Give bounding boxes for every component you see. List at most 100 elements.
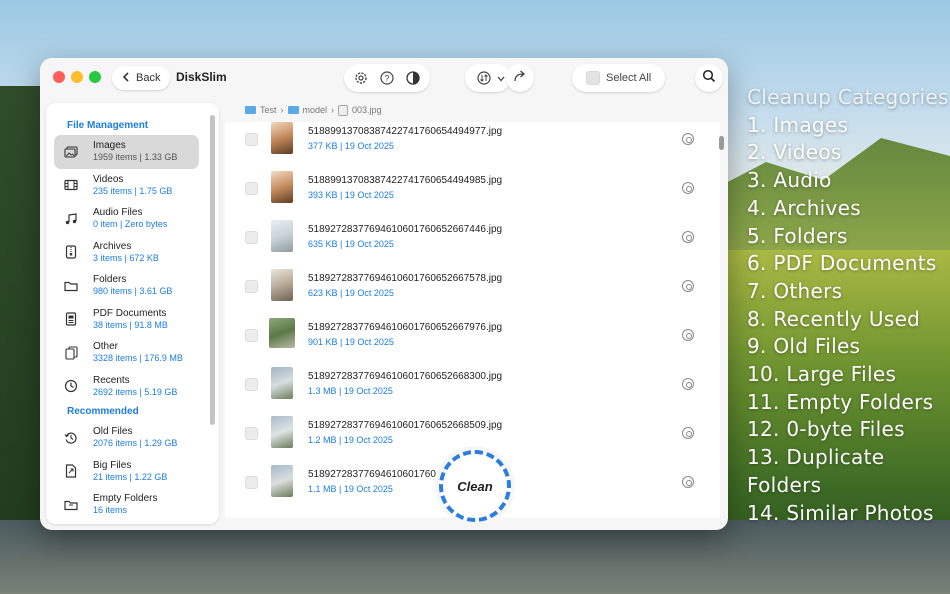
minimize-window-button[interactable] <box>71 71 83 83</box>
image-thumbnail <box>271 122 293 154</box>
file-name: 51892728377694610601760652667976.jpg <box>308 322 503 333</box>
share-button[interactable] <box>506 64 534 92</box>
sidebar-item-meta: 235 items | 1.75 GB <box>93 185 173 196</box>
list-item[interactable]: 51889913708387422741760654494977.jpg 377… <box>225 122 715 171</box>
app-title: DiskSlim <box>176 70 227 84</box>
history-icon <box>62 431 80 445</box>
image-thumbnail <box>271 171 293 203</box>
category-item: 10. Large Files <box>747 362 897 387</box>
preview-icon[interactable] <box>682 133 694 145</box>
image-thumbnail <box>271 220 293 252</box>
row-checkbox[interactable] <box>245 231 258 244</box>
file-browser: Test › model › 003.jpg 51889913708387422… <box>225 98 725 530</box>
sidebar-item-meta: 2692 items | 5.19 GB <box>93 386 178 397</box>
list-item[interactable]: 51892728377694610601760652667578.jpg 623… <box>225 269 715 318</box>
preview-icon[interactable] <box>682 427 694 439</box>
category-item: 8. Recently Used <box>747 306 921 331</box>
folder-icon <box>287 106 299 114</box>
appearance-icon[interactable] <box>400 65 426 91</box>
file-meta: 635 KB | 19 Oct 2025 <box>308 239 394 249</box>
preview-icon[interactable] <box>682 329 694 341</box>
select-all-button[interactable]: Select All <box>572 64 666 92</box>
close-window-button[interactable] <box>53 71 65 83</box>
list-item[interactable]: 51892728377694610601760652667976.jpg 901… <box>225 318 715 367</box>
categories-title: Cleanup Categories <box>747 85 949 109</box>
select-all-checkbox[interactable] <box>586 71 600 85</box>
row-checkbox[interactable] <box>245 329 258 342</box>
row-checkbox[interactable] <box>245 182 258 195</box>
list-item[interactable]: 51889913708387422741760654494985.jpg 393… <box>225 171 715 220</box>
row-checkbox[interactable] <box>245 378 258 391</box>
music-note-icon <box>62 213 80 225</box>
section-title-file-management: File Management <box>67 120 149 131</box>
zoom-window-button[interactable] <box>89 71 101 83</box>
clean-button[interactable]: Clean <box>439 450 511 522</box>
sidebar-item-label: Folders <box>93 274 127 286</box>
row-checkbox[interactable] <box>245 280 258 293</box>
preview-icon[interactable] <box>682 182 694 194</box>
sidebar-item-old-files[interactable]: Old Files 2076 items | 1.29 GB <box>54 421 199 455</box>
sidebar-item-label: Old Files <box>93 426 133 438</box>
image-thumbnail <box>269 318 295 348</box>
share-icon <box>513 69 527 87</box>
sidebar-item-videos[interactable]: Videos 235 items | 1.75 GB <box>54 169 199 203</box>
preview-icon[interactable] <box>682 231 694 243</box>
category-item: 13. Duplicate Folders <box>747 445 885 497</box>
list-scrollbar[interactable] <box>719 136 724 150</box>
sidebar-item-archives[interactable]: Archives 3 items | 672 KB <box>54 236 199 270</box>
file-meta: 1.3 MB | 19 Oct 2025 <box>308 386 393 396</box>
row-checkbox[interactable] <box>245 427 258 440</box>
preview-icon[interactable] <box>682 378 694 390</box>
sidebar-item-label: Archives <box>93 240 132 252</box>
sidebar-item-folders[interactable]: Folders 980 items | 3.61 GB <box>54 269 199 303</box>
sidebar-item-label: Recents <box>93 374 130 386</box>
sidebar-item-label: Audio Files <box>93 207 143 219</box>
sidebar-item-other[interactable]: Other 3328 items | 176.9 MB <box>54 336 199 370</box>
category-item: 5. Folders <box>747 223 848 248</box>
svg-text:?: ? <box>384 74 389 84</box>
sort-menu-button[interactable] <box>465 64 511 92</box>
sidebar-item-big-files[interactable]: Big Files 21 items | 1.22 GB <box>54 455 199 489</box>
list-item[interactable]: 51892728377694610601760652668300.jpg 1.3… <box>225 367 715 416</box>
sidebar-item-images[interactable]: Images 1959 items | 1.33 GB <box>54 135 199 169</box>
back-button[interactable]: Back <box>112 66 171 90</box>
folder-icon <box>245 106 256 114</box>
help-icon[interactable]: ? <box>374 65 400 91</box>
chevron-right-icon: › <box>280 105 284 115</box>
file-name: 51892728377694610601760 <box>308 469 436 480</box>
category-item: 12. 0-byte Files <box>747 417 905 442</box>
sidebar-item-audio-files[interactable]: Audio Files 0 item | Zero bytes <box>54 202 199 236</box>
big-file-icon <box>62 464 80 478</box>
row-checkbox[interactable] <box>245 133 258 146</box>
category-item: 3. Audio <box>747 168 832 193</box>
breadcrumb-item[interactable]: 003.jpg <box>352 105 382 115</box>
category-item: 14. Similar Photos <box>747 500 934 525</box>
file-name: 51892728377694610601760652668300.jpg <box>308 371 503 382</box>
sidebar-scrollbar[interactable] <box>210 115 215 425</box>
chevron-right-icon: › <box>331 105 335 115</box>
sidebar-item-recents[interactable]: Recents 2692 items | 5.19 GB <box>54 370 199 404</box>
breadcrumb-item[interactable]: Test <box>260 105 277 115</box>
list-item[interactable]: 51892728377694610601760652667446.jpg 635… <box>225 220 715 269</box>
row-checkbox[interactable] <box>245 476 258 489</box>
file-meta: 1.1 MB | 19 Oct 2025 <box>308 484 393 494</box>
sidebar-item-empty-folders[interactable]: Empty Folders 16 items <box>54 488 199 522</box>
file-meta: 393 KB | 19 Oct 2025 <box>308 190 394 200</box>
clock-icon <box>62 379 80 393</box>
archive-icon <box>62 245 80 259</box>
preview-icon[interactable] <box>682 476 694 488</box>
sidebar-item-label: Other <box>93 341 119 353</box>
gear-icon[interactable] <box>348 65 374 91</box>
folder-icon <box>62 280 80 292</box>
sidebar-item-meta: 1959 items | 1.33 GB <box>93 152 178 163</box>
preview-icon[interactable] <box>682 280 694 292</box>
sidebar-item-label: Big Files <box>93 459 132 471</box>
search-button[interactable] <box>695 64 723 92</box>
document-icon <box>62 312 80 326</box>
chevron-left-icon <box>122 71 130 85</box>
breadcrumb-item[interactable]: model <box>303 105 328 115</box>
category-item: 1. Images <box>747 112 849 137</box>
file-meta: 377 KB | 19 Oct 2025 <box>308 141 394 151</box>
sidebar-item-pdf-documents[interactable]: PDF Documents 38 items | 91.8 MB <box>54 303 199 337</box>
sidebar-item-meta: 3 items | 672 KB <box>93 252 159 263</box>
